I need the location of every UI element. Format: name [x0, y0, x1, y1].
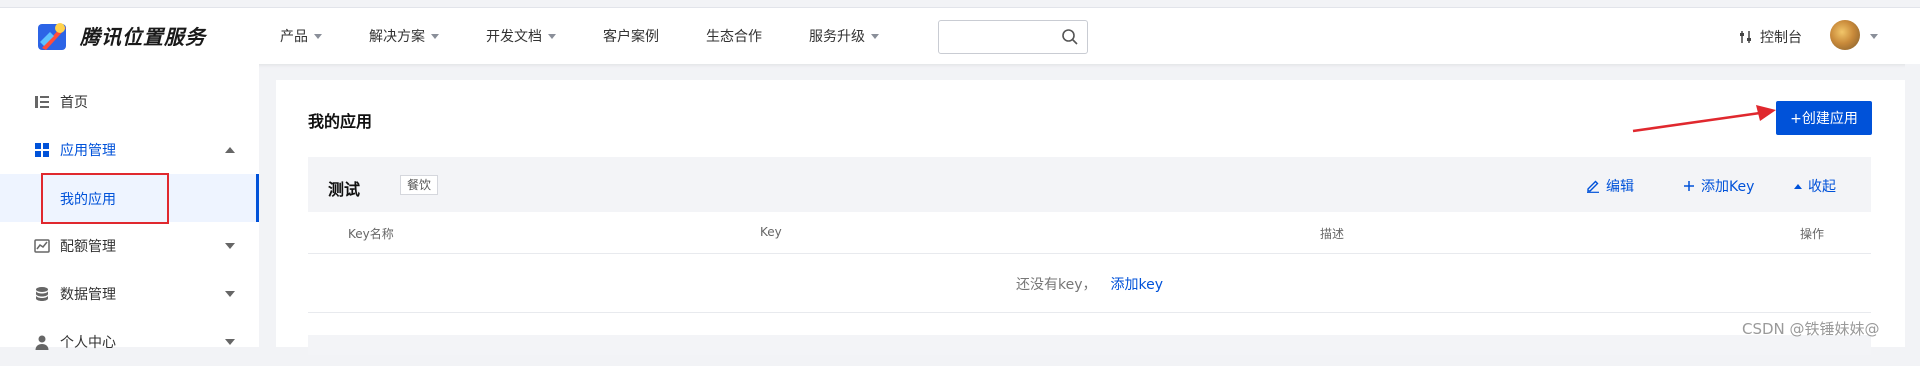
edit-label: 编辑: [1606, 179, 1634, 195]
chevron-down-icon: [431, 33, 439, 39]
chevron-up-icon: [1794, 183, 1802, 189]
nav-label: 开发文档: [486, 29, 542, 45]
nav-label: 客户案例: [603, 29, 659, 45]
column-header: Key名称: [348, 227, 394, 241]
chevron-down-icon: [314, 33, 322, 39]
search-input[interactable]: [938, 20, 1088, 54]
console-label: 控制台: [1760, 30, 1802, 46]
sidebar-item-label: 数据管理: [60, 287, 116, 303]
sidebar-item-app-management[interactable]: 应用管理: [0, 126, 259, 174]
app-category-tag: 餐饮: [400, 175, 439, 195]
collapse-button[interactable]: 收起: [1794, 176, 1836, 196]
chevron-down-icon: [548, 33, 556, 39]
sidebar-item-label: 首页: [60, 95, 88, 111]
add-key-label: 添加Key: [1701, 179, 1755, 195]
empty-state-row: 还没有key， 添加key: [308, 255, 1871, 313]
chevron-up-icon: [225, 147, 235, 153]
plus-icon: [1684, 181, 1694, 191]
sidebar-item-label: 应用管理: [60, 143, 116, 159]
console-link[interactable]: 控制台: [1738, 27, 1802, 47]
nav-docs[interactable]: 开发文档: [486, 26, 556, 46]
chart-icon: [34, 239, 50, 253]
nav-label: 解决方案: [369, 29, 425, 45]
browser-strip: [0, 0, 1920, 8]
nav-upgrade[interactable]: 服务升级: [809, 26, 879, 46]
create-app-button[interactable]: +创建应用: [1776, 101, 1872, 135]
nav-products[interactable]: 产品: [280, 26, 322, 46]
top-header: 腾讯位置服务 产品 解决方案 开发文档 客户案例 生态合作 服务升级 控制台: [0, 0, 1920, 64]
column-header: Key: [760, 225, 782, 239]
user-icon: [35, 335, 49, 350]
annotation-arrow: [1632, 105, 1776, 133]
nav-solutions[interactable]: 解决方案: [369, 26, 439, 46]
scroll-gutter: [1905, 64, 1920, 347]
sidebar-item-label: 配额管理: [60, 239, 116, 255]
brand-name: 腾讯位置服务: [80, 24, 206, 49]
sidebar-item-data[interactable]: 数据管理: [0, 270, 259, 318]
collapse-label: 收起: [1808, 179, 1836, 195]
avatar[interactable]: [1830, 20, 1860, 50]
sidebar-item-home[interactable]: 首页: [0, 78, 259, 126]
highlight-box: [41, 173, 169, 224]
edit-button[interactable]: 编辑: [1586, 176, 1634, 196]
chevron-down-icon: [225, 291, 235, 297]
chevron-down-icon: [225, 339, 235, 345]
app-name: 测试: [328, 180, 361, 199]
page-title: 我的应用: [308, 112, 373, 131]
sidebar: 首页 应用管理 我的应用 配额管理 数据管理 个人中心: [0, 64, 259, 351]
pencil-icon: [1587, 180, 1599, 193]
main-nav: 产品 解决方案 开发文档 客户案例 生态合作 服务升级: [280, 26, 926, 46]
grid-icon: [35, 143, 49, 157]
nav-label: 产品: [280, 29, 308, 45]
column-header: 操作: [1800, 227, 1825, 241]
chevron-down-icon: [225, 243, 235, 249]
watermark-text: CSDN @铁锤妹妹@: [1742, 320, 1880, 338]
sidebar-item-profile[interactable]: 个人中心: [0, 318, 259, 366]
app-card: 测试 餐饮 编辑 添加Key 收起 Key名称 Key 描述 操作 还没有key…: [308, 157, 1871, 355]
compass-logo-icon: [38, 23, 66, 50]
nav-label: 服务升级: [809, 29, 865, 45]
sidebar-item-quota[interactable]: 配额管理: [0, 222, 259, 270]
database-icon: [36, 287, 48, 301]
search-icon[interactable]: [1061, 28, 1079, 46]
list-icon: [35, 96, 49, 108]
empty-state-text: 还没有key，: [1015, 276, 1097, 293]
sidebar-item-label: 个人中心: [60, 335, 116, 351]
sliders-icon: [1740, 31, 1751, 43]
next-app-card: [308, 335, 1871, 355]
nav-cases[interactable]: 客户案例: [603, 26, 659, 46]
nav-label: 生态合作: [706, 29, 762, 45]
brand-logo[interactable]: 腾讯位置服务: [36, 18, 206, 52]
chevron-down-icon[interactable]: [1870, 34, 1878, 39]
add-key-button[interactable]: 添加Key: [1683, 176, 1754, 196]
add-key-link[interactable]: 添加key: [1111, 274, 1164, 294]
app-card-header: 测试 餐饮 编辑 添加Key 收起: [308, 157, 1871, 212]
chevron-down-icon: [871, 33, 879, 39]
key-table-header: Key名称 Key 描述 操作: [308, 212, 1871, 254]
column-header: 描述: [1320, 227, 1345, 241]
nav-ecosystem[interactable]: 生态合作: [706, 26, 762, 46]
